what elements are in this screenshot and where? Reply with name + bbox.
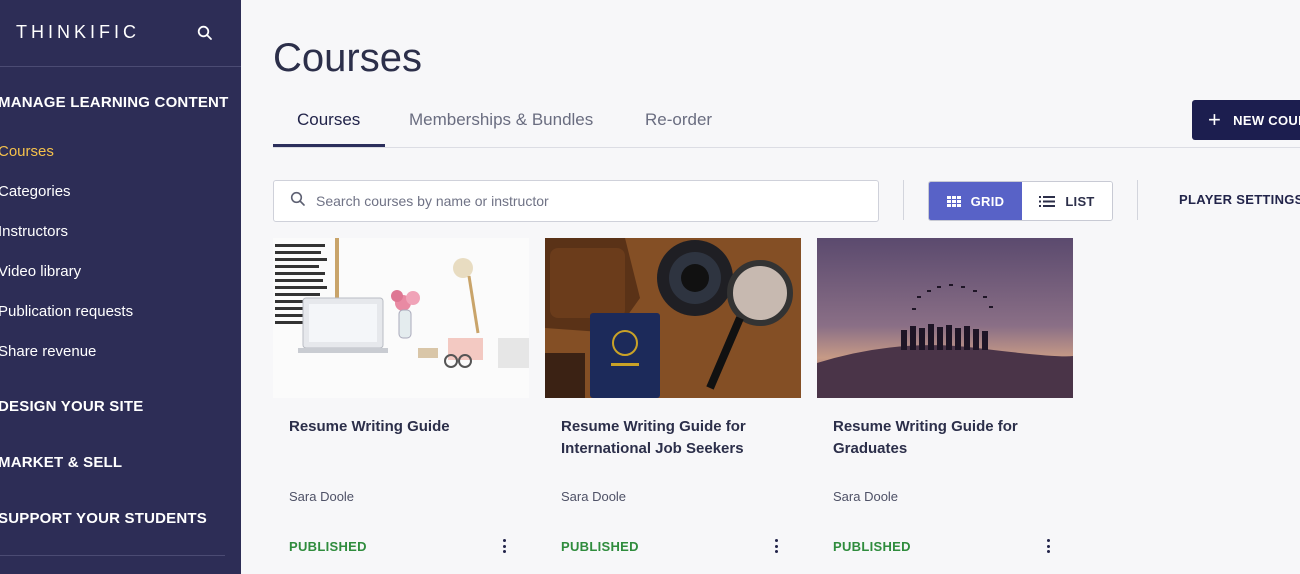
- course-thumbnail[interactable]: [273, 238, 529, 398]
- sidebar-divider: [0, 66, 241, 67]
- course-instructor: Sara Doole: [833, 489, 899, 504]
- more-options-icon[interactable]: [769, 536, 783, 556]
- sidebar-item-share-revenue[interactable]: Share revenue: [0, 343, 96, 360]
- course-card[interactable]: Resume Writing Guide for Graduates Sara …: [817, 238, 1073, 574]
- view-toggle: GRID LIST: [928, 181, 1113, 221]
- course-instructor: Sara Doole: [561, 489, 627, 504]
- course-card[interactable]: Resume Writing Guide for International J…: [545, 238, 801, 574]
- course-title[interactable]: Resume Writing Guide for Graduates: [833, 416, 1063, 460]
- tabs-divider: [273, 147, 1300, 148]
- sidebar-item-categories[interactable]: Categories: [0, 183, 71, 200]
- new-course-button[interactable]: + NEW COURSE: [1192, 100, 1300, 140]
- tab-courses[interactable]: Courses: [297, 110, 360, 130]
- plus-icon: +: [1208, 107, 1222, 132]
- list-label: LIST: [1065, 193, 1095, 209]
- page-title: Courses: [273, 36, 422, 80]
- tab-re-order[interactable]: Re-order: [645, 110, 712, 130]
- section-manage-learning-content[interactable]: MANAGE LEARNING CONTENT: [0, 94, 228, 111]
- toolbar-separator: [903, 180, 904, 220]
- sidebar-item-instructors[interactable]: Instructors: [0, 223, 68, 240]
- sidebar: THINKIFIC MANAGE LEARNING CONTENT Course…: [0, 0, 241, 574]
- toolbar-separator: [1137, 180, 1138, 220]
- search-input[interactable]: [316, 193, 856, 209]
- grid-view-button[interactable]: GRID: [929, 182, 1022, 220]
- course-title[interactable]: Resume Writing Guide for International J…: [561, 416, 791, 460]
- new-course-label: NEW COURSE: [1233, 112, 1300, 128]
- section-design-your-site[interactable]: DESIGN YOUR SITE: [0, 398, 143, 415]
- more-options-icon[interactable]: [1041, 536, 1055, 556]
- grid-label: GRID: [970, 193, 1005, 209]
- search-box[interactable]: [273, 180, 879, 222]
- search-icon: [290, 191, 306, 211]
- grid-icon: [946, 195, 961, 207]
- sidebar-item-courses[interactable]: Courses: [0, 143, 54, 160]
- sidebar-item-publication-requests[interactable]: Publication requests: [0, 303, 133, 320]
- status-badge: PUBLISHED: [833, 539, 911, 554]
- player-settings-button[interactable]: PLAYER SETTINGS: [1179, 192, 1300, 207]
- section-market-sell[interactable]: MARKET & SELL: [0, 454, 122, 471]
- thinkific-logo[interactable]: THINKIFIC: [16, 22, 140, 43]
- status-badge: PUBLISHED: [561, 539, 639, 554]
- sidebar-divider-bottom: [0, 555, 225, 556]
- status-badge: PUBLISHED: [289, 539, 367, 554]
- course-thumbnail[interactable]: [817, 238, 1073, 398]
- section-support-your-students[interactable]: SUPPORT YOUR STUDENTS: [0, 510, 207, 527]
- course-thumbnail[interactable]: [545, 238, 801, 398]
- list-view-button[interactable]: LIST: [1022, 182, 1112, 220]
- sidebar-item-video-library[interactable]: Video library: [0, 263, 81, 280]
- active-tab-indicator: [273, 144, 385, 147]
- course-instructor: Sara Doole: [289, 489, 355, 504]
- more-options-icon[interactable]: [497, 536, 511, 556]
- course-title[interactable]: Resume Writing Guide: [289, 416, 519, 438]
- tab-memberships-bundles[interactable]: Memberships & Bundles: [409, 110, 593, 130]
- search-icon[interactable]: [197, 25, 213, 41]
- course-card[interactable]: Resume Writing Guide Sara Doole PUBLISHE…: [273, 238, 529, 574]
- list-icon: [1039, 195, 1056, 207]
